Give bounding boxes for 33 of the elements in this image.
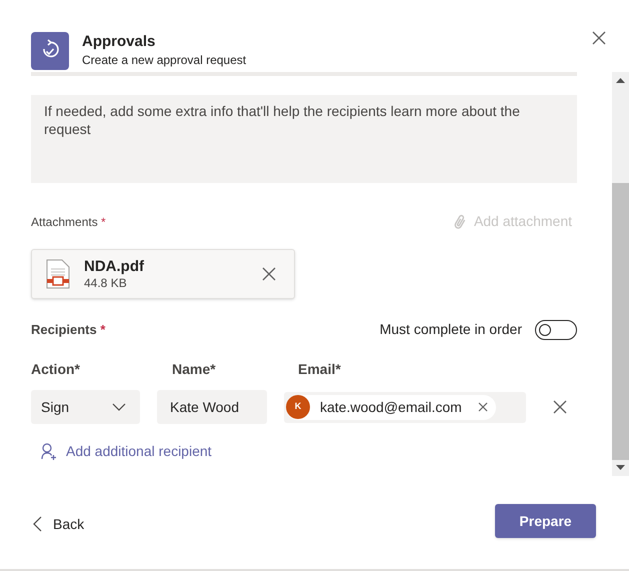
add-recipient-link[interactable]: Add additional recipient <box>41 441 212 462</box>
chevron-down-icon <box>112 403 126 411</box>
approvals-logo-icon <box>31 32 69 70</box>
file-name: NDA.pdf <box>84 258 145 276</box>
chevron-left-icon <box>33 516 42 532</box>
recipients-label: Recipients * <box>31 320 106 339</box>
scrollbar[interactable] <box>612 72 629 476</box>
name-field[interactable]: Kate Wood <box>157 390 267 424</box>
pdf-file-icon <box>46 259 70 289</box>
column-header: Email* <box>298 360 342 379</box>
details-field[interactable]: If needed, add some extra info that'll help the recipients learn more about the request <box>31 95 577 183</box>
scroll-down-icon[interactable] <box>616 465 625 470</box>
dialog-subtitle: Create a new approval request <box>82 52 246 68</box>
column-header: Name* <box>172 360 217 379</box>
email-field[interactable]: K kate.wood@email.com <box>284 392 526 422</box>
order-toggle[interactable] <box>535 320 577 340</box>
paperclip-icon <box>454 214 466 230</box>
back-button[interactable]: Back <box>33 514 84 534</box>
email-address: kate.wood@email.com <box>320 398 462 416</box>
dialog-title: Approvals <box>82 32 156 52</box>
remove-icon[interactable] <box>478 402 488 412</box>
file-size: 44.8 KB <box>84 276 128 290</box>
action-dropdown[interactable]: Sign <box>31 390 140 424</box>
order-label: Must complete in order <box>380 320 522 339</box>
avatar: K <box>286 395 310 419</box>
add-person-icon <box>41 442 57 460</box>
column-header: Action* <box>31 360 81 379</box>
close-icon[interactable] <box>592 31 606 45</box>
scroll-up-icon[interactable] <box>616 78 625 83</box>
close-icon[interactable] <box>553 400 567 414</box>
prepare-button[interactable]: Prepare <box>495 504 596 538</box>
attachments-label: Attachments * <box>31 214 106 230</box>
remove-icon[interactable] <box>262 267 276 281</box>
